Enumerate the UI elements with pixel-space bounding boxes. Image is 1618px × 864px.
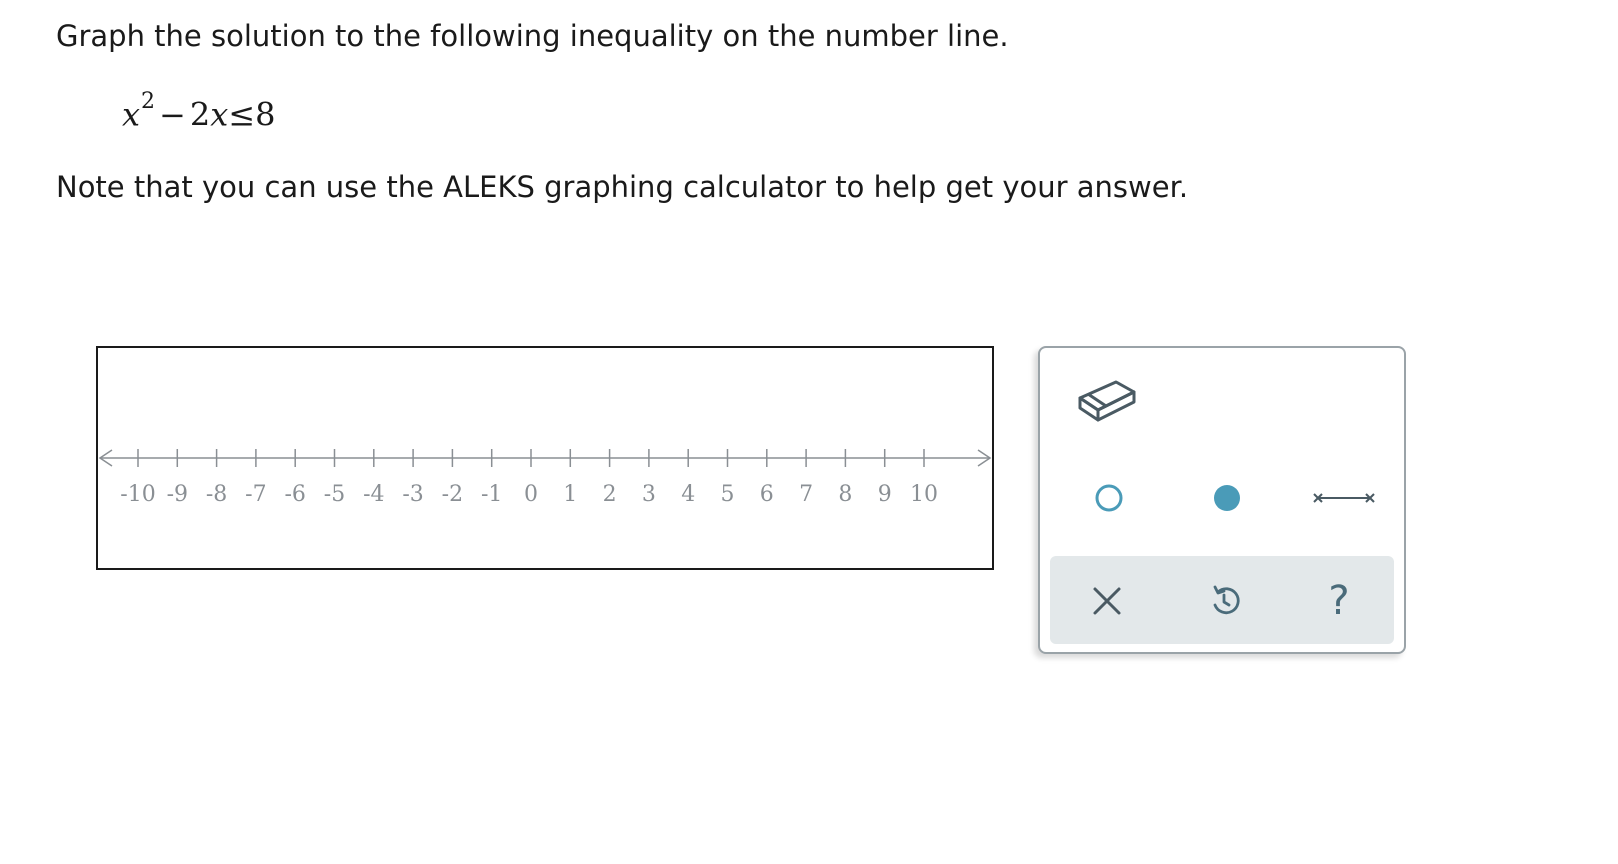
- equation-exponent: 2: [141, 89, 156, 114]
- question-prompt: Graph the solution to the following ineq…: [56, 19, 1009, 53]
- undo-icon: [1213, 585, 1240, 615]
- tick-label: -9: [167, 482, 188, 507]
- tick-label: 8: [838, 482, 852, 507]
- tick-label: 0: [524, 482, 538, 507]
- equation-second-var: x: [210, 95, 229, 134]
- equation-base-var: x: [122, 95, 141, 134]
- tick-label: -6: [284, 482, 305, 507]
- number-line-graph-area[interactable]: -10 -9 -8 -7 -6 -5 -4 -3 -2 -1 0 1 2 3 4 5 6 7 8 9 10: [96, 346, 994, 570]
- tick-label: -2: [442, 482, 463, 507]
- calculator-note: Note that you can use the ALEKS graphing…: [56, 170, 1189, 204]
- tick-label: 9: [878, 482, 892, 507]
- tick-label: -1: [481, 482, 502, 507]
- tick-label: 10: [910, 482, 938, 507]
- tick-label: -7: [245, 482, 266, 507]
- segment-tool[interactable]: [1308, 484, 1380, 512]
- eraser-tool[interactable]: [1074, 370, 1140, 426]
- open-circle-icon: [1095, 484, 1123, 512]
- equation-minus: −: [159, 95, 186, 134]
- undo-button[interactable]: [1198, 576, 1252, 626]
- tick-label: -3: [402, 482, 423, 507]
- close-icon: [1093, 587, 1121, 615]
- tick-label: 6: [760, 482, 774, 507]
- graphing-toolbox: ?: [1038, 346, 1406, 654]
- open-dot-tool[interactable]: [1092, 481, 1126, 515]
- equation-rhs: 8: [255, 95, 276, 134]
- tick-label: -10: [120, 482, 155, 507]
- equation-coefficient: 2: [189, 95, 211, 134]
- tick-label: 1: [563, 482, 577, 507]
- tick-label: -5: [324, 482, 345, 507]
- tick-label: 3: [642, 482, 656, 507]
- help-button[interactable]: ?: [1312, 576, 1366, 626]
- tick-label: -8: [206, 482, 227, 507]
- filled-circle-icon: [1214, 485, 1240, 511]
- inequality-expression: x2−2x≤8: [122, 88, 275, 135]
- tick-label: 7: [799, 482, 813, 507]
- clear-button[interactable]: [1080, 576, 1134, 626]
- equation-relation: ≤: [228, 95, 256, 134]
- number-line-svg[interactable]: -10 -9 -8 -7 -6 -5 -4 -3 -2 -1 0 1 2 3 4 5 6 7 8 9 10: [98, 348, 992, 568]
- closed-dot-tool[interactable]: [1210, 481, 1244, 515]
- tick-label: 2: [603, 482, 617, 507]
- segment-icon: [1313, 493, 1375, 503]
- help-icon: ?: [1328, 578, 1350, 624]
- tick-label: 5: [721, 482, 735, 507]
- toolbox-action-bar: ?: [1050, 556, 1394, 644]
- eraser-icon: [1078, 380, 1136, 422]
- tick-label: 4: [681, 482, 695, 507]
- tick-label: -4: [363, 482, 384, 507]
